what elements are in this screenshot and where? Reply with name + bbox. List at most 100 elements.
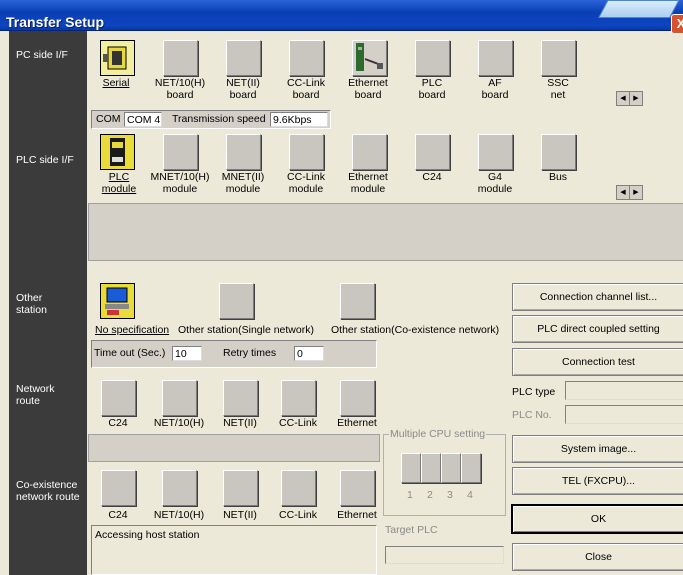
speed-label: Transmission speed bbox=[172, 113, 266, 125]
com-label: COM bbox=[96, 113, 121, 125]
pc-side-label: PC side I/F bbox=[16, 49, 68, 61]
scroll-left-icon[interactable]: ◀ bbox=[616, 91, 630, 106]
window-title: Transfer Setup bbox=[6, 14, 105, 30]
coexist-net2-button[interactable] bbox=[223, 470, 258, 506]
status-panel: Accessing host station bbox=[91, 525, 377, 575]
plc-item-mnet10h-label2: module bbox=[162, 183, 198, 195]
plc-module-icon[interactable] bbox=[100, 134, 135, 170]
no-specification-label: No specification bbox=[95, 324, 170, 336]
pc-item-net2-label2: board bbox=[229, 89, 257, 101]
plc-item-g4-button[interactable] bbox=[478, 134, 513, 170]
plc-item-plc-label: PLC bbox=[108, 171, 130, 183]
scroll-right-icon[interactable]: ▶ bbox=[629, 185, 643, 200]
pc-item-net10h-button[interactable] bbox=[163, 40, 198, 76]
plc-item-c24-button[interactable] bbox=[415, 134, 450, 170]
plc-detail-panel bbox=[88, 203, 683, 261]
system-image-button[interactable]: System image... bbox=[512, 435, 683, 463]
pc-item-cclink-label2: board bbox=[292, 89, 320, 101]
pc-item-plc-button[interactable] bbox=[415, 40, 450, 76]
cpu-2-label: 2 bbox=[427, 489, 433, 501]
route-net10h-button[interactable] bbox=[162, 380, 197, 416]
route-ethernet-button[interactable] bbox=[340, 380, 375, 416]
plc-type-label: PLC type bbox=[512, 386, 556, 398]
cpu-1-button[interactable] bbox=[401, 453, 421, 483]
pc-item-ethernet-label2: board bbox=[354, 89, 382, 101]
plc-item-ethernet-label: Ethernet bbox=[348, 171, 388, 183]
connection-test-button[interactable]: Connection test bbox=[512, 348, 683, 376]
plc-item-g4-label: G4 bbox=[487, 171, 502, 183]
pc-item-af-label2: board bbox=[481, 89, 509, 101]
coexist-c24-button[interactable] bbox=[101, 470, 136, 506]
plc-item-bus-button[interactable] bbox=[541, 134, 576, 170]
plc-item-cclink-button[interactable] bbox=[289, 134, 324, 170]
status-text: Accessing host station bbox=[95, 529, 200, 541]
plc-no-field bbox=[565, 405, 683, 424]
ok-button[interactable]: OK bbox=[512, 505, 683, 533]
window-close-button[interactable]: X bbox=[671, 14, 683, 34]
pc-item-net2-label: NET(II) bbox=[226, 77, 260, 89]
com-info-bar: COM COM 4 Transmission speed 9.6Kbps bbox=[91, 110, 331, 129]
route-info-panel bbox=[88, 434, 380, 462]
plc-item-mnet10h-button[interactable] bbox=[163, 134, 198, 170]
other-station-single-label: Other station(Single network) bbox=[178, 324, 314, 336]
coexist-label-2: network route bbox=[16, 491, 80, 503]
title-bar: Transfer Setup X bbox=[0, 0, 683, 34]
plc-direct-coupled-button[interactable]: PLC direct coupled setting bbox=[512, 315, 683, 343]
callout-shape bbox=[598, 0, 680, 18]
other-station-coexist-button[interactable] bbox=[340, 283, 375, 319]
plc-item-cclink-label2: module bbox=[288, 183, 324, 195]
no-specification-icon[interactable] bbox=[100, 283, 135, 319]
close-button[interactable]: Close bbox=[512, 543, 683, 571]
cpu-4-button[interactable] bbox=[461, 453, 481, 483]
coexist-net10h-button[interactable] bbox=[162, 470, 197, 506]
timeout-bar: Time out (Sec.) 10 Retry times 0 bbox=[91, 340, 377, 368]
plc-item-mnet2-label2: module bbox=[225, 183, 261, 195]
plc-item-ethernet-button[interactable] bbox=[352, 134, 387, 170]
route-cclink-button[interactable] bbox=[281, 380, 316, 416]
cpu-4-label: 4 bbox=[467, 489, 473, 501]
plc-side-label: PLC side I/F bbox=[16, 154, 74, 166]
scroll-right-icon[interactable]: ▶ bbox=[629, 91, 643, 106]
tel-fxcpu-button[interactable]: TEL (FXCPU)... bbox=[512, 467, 683, 495]
coexist-cclink-button[interactable] bbox=[281, 470, 316, 506]
pc-item-cclink-button[interactable] bbox=[289, 40, 324, 76]
pc-item-net2-button[interactable] bbox=[226, 40, 261, 76]
other-station-label-1: Other bbox=[16, 292, 43, 304]
pc-item-plc-label: PLC bbox=[421, 77, 443, 89]
plc-item-mnet2-label: MNET(II) bbox=[221, 171, 265, 183]
pc-item-net10h-label2: board bbox=[166, 89, 194, 101]
pc-item-af-button[interactable] bbox=[478, 40, 513, 76]
plc-item-c24-label: C24 bbox=[422, 171, 442, 183]
coexist-ethernet-button[interactable] bbox=[340, 470, 375, 506]
com-value: COM 4 bbox=[124, 112, 162, 127]
route-net2-button[interactable] bbox=[223, 380, 258, 416]
retry-input[interactable]: 0 bbox=[294, 346, 324, 361]
coexist-c24-label: C24 bbox=[108, 509, 128, 521]
plc-item-mnet10h-label: MNET/10(H) bbox=[150, 171, 210, 183]
plc-type-field bbox=[565, 381, 683, 400]
coexist-ethernet-label: Ethernet bbox=[337, 509, 377, 521]
other-station-single-button[interactable] bbox=[219, 283, 254, 319]
ethernet-board-icon[interactable] bbox=[352, 40, 387, 76]
plc-no-label: PLC No. bbox=[512, 409, 552, 421]
pc-item-ssc-button[interactable] bbox=[541, 40, 576, 76]
plc-item-plc-label2: module bbox=[101, 183, 137, 195]
route-net10h-label: NET/10(H) bbox=[153, 417, 205, 429]
connection-channel-list-button[interactable]: Connection channel list... bbox=[512, 283, 683, 311]
other-station-label-2: station bbox=[16, 304, 47, 316]
serial-icon[interactable] bbox=[100, 40, 135, 76]
target-plc-field bbox=[385, 546, 504, 564]
scroll-left-icon[interactable]: ◀ bbox=[616, 185, 630, 200]
pc-item-cclink-label: CC-Link bbox=[287, 77, 325, 89]
cpu-2-button[interactable] bbox=[421, 453, 441, 483]
pc-item-ethernet-label: Ethernet bbox=[348, 77, 388, 89]
pc-item-ssc-label: SSC bbox=[547, 77, 569, 89]
pc-item-plc-label2: board bbox=[418, 89, 446, 101]
pc-item-af-label: AF bbox=[488, 77, 502, 89]
target-plc-label: Target PLC bbox=[385, 524, 438, 536]
timeout-input[interactable]: 10 bbox=[172, 346, 202, 361]
sidebar: PC side I/F PLC side I/F Other station N… bbox=[9, 31, 87, 575]
cpu-3-button[interactable] bbox=[441, 453, 461, 483]
plc-item-mnet2-button[interactable] bbox=[226, 134, 261, 170]
route-c24-button[interactable] bbox=[101, 380, 136, 416]
